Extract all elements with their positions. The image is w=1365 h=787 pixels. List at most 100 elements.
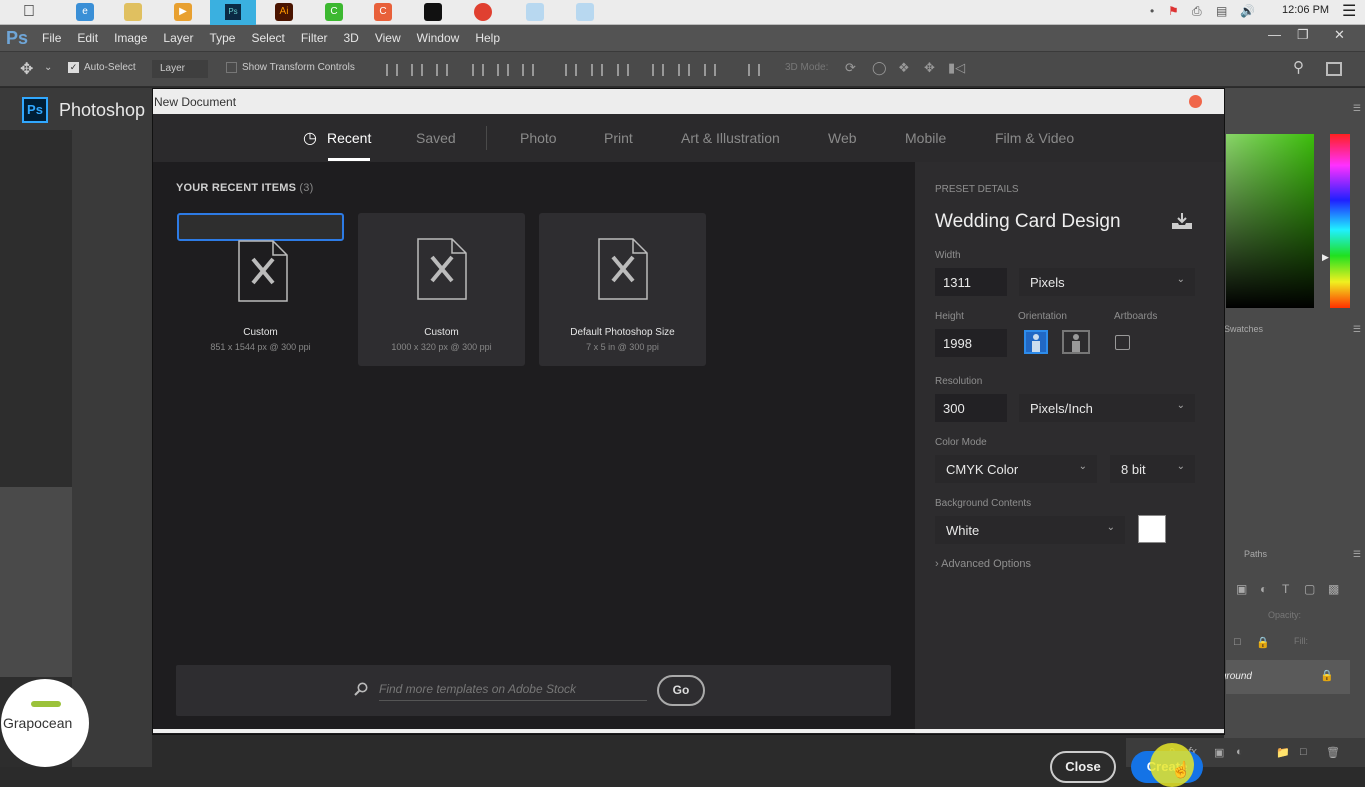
lock-pixels-icon[interactable]: □ — [1234, 636, 1241, 648]
layer-row-background[interactable]: Background 🔒 — [1199, 660, 1350, 694]
tab-saved[interactable]: Saved — [416, 130, 456, 146]
menu-view[interactable]: View — [375, 31, 401, 45]
tray-device-icon[interactable]: ⎙ — [1192, 4, 1202, 19]
media-player-icon[interactable]: ▶ — [174, 3, 192, 21]
recent-item-card[interactable]: Custom 851 x 1544 px @ 300 ppi — [177, 213, 344, 352]
filter-smart-icon[interactable]: ▩ — [1328, 582, 1339, 596]
filter-type-icon[interactable]: T — [1282, 582, 1289, 596]
tab-web[interactable]: Web — [828, 130, 857, 146]
menu-help[interactable]: Help — [475, 31, 500, 45]
resolution-input[interactable]: 300 — [935, 394, 1007, 422]
go-button[interactable]: Go — [657, 675, 705, 706]
layers-panel-menu-icon[interactable]: ☰ — [1353, 549, 1361, 560]
resolution-unit-select[interactable]: Pixels/Inch ⌄ — [1019, 394, 1195, 422]
camtasia-icon[interactable]: C — [374, 3, 392, 21]
add-mask-icon[interactable]: ▣ — [1214, 746, 1224, 759]
notification-center-icon[interactable]: ☰ — [1342, 1, 1356, 21]
volume-icon[interactable]: 🔊 — [1240, 4, 1255, 18]
align-vcenter-icon[interactable] — [411, 64, 423, 76]
tab-photo[interactable]: Photo — [520, 130, 557, 146]
close-window-icon[interactable]: ✕ — [1334, 27, 1345, 43]
delete-layer-icon[interactable]: 🗑 — [1326, 746, 1340, 759]
tab-art-illustration[interactable]: Art & Illustration — [681, 130, 780, 146]
tab-film-video[interactable]: Film & Video — [995, 130, 1074, 146]
internet-explorer-icon[interactable]: e — [76, 3, 94, 21]
chrome-icon[interactable] — [474, 3, 492, 21]
new-layer-icon[interactable]: □ — [1300, 746, 1307, 758]
panel-menu-icon[interactable]: ☰ — [1353, 324, 1361, 335]
restore-icon[interactable]: ❐ — [1297, 27, 1309, 43]
hue-slider-handle[interactable]: ▶ — [1322, 252, 1329, 263]
distribute-hcenter-icon[interactable] — [678, 64, 690, 76]
color-mode-select[interactable]: CMYK Color ⌄ — [935, 455, 1097, 483]
menu-filter[interactable]: Filter — [301, 31, 328, 45]
align-hcenter-icon[interactable] — [497, 64, 509, 76]
close-button[interactable]: Close — [1050, 751, 1116, 783]
menu-3d[interactable]: 3D — [344, 31, 359, 45]
new-group-icon[interactable]: 📁 — [1276, 746, 1290, 759]
panel-menu-icon-top[interactable]: ☰ — [1353, 103, 1361, 114]
align-top-icon[interactable] — [386, 64, 398, 76]
tab-recent[interactable]: Recent — [327, 130, 371, 146]
menu-select[interactable]: Select — [251, 31, 284, 45]
3d-camera-icon[interactable]: ▮◁ — [948, 60, 965, 76]
menu-type[interactable]: Type — [209, 31, 235, 45]
height-input[interactable]: 1998 — [935, 329, 1007, 357]
auto-align-icon[interactable] — [748, 64, 760, 76]
show-transform-checkbox[interactable] — [226, 62, 237, 73]
3d-slide-icon[interactable]: ✥ — [924, 60, 935, 76]
preset-name-input[interactable]: Wedding Card Design — [935, 211, 1121, 233]
color-picker-field[interactable] — [1226, 134, 1314, 308]
menu-file[interactable]: File — [42, 31, 61, 45]
tab-mobile[interactable]: Mobile — [905, 130, 946, 146]
width-unit-select[interactable]: Pixels ⌄ — [1019, 268, 1195, 296]
photoshop-taskbar-icon[interactable]: Ps — [210, 0, 256, 25]
apple-icon[interactable]:  — [20, 3, 38, 21]
3d-rotate-icon[interactable]: ⟳ — [845, 60, 856, 76]
background-color-swatch[interactable] — [1138, 515, 1166, 543]
dwg-icon[interactable] — [424, 3, 442, 21]
tool-preset-chevron-icon[interactable]: ⌄ — [44, 62, 52, 73]
align-bottom-icon[interactable] — [436, 64, 448, 76]
distribute-vcenter-icon[interactable] — [591, 64, 603, 76]
dialog-close-dot[interactable] — [1189, 95, 1202, 108]
lock-all-icon[interactable]: 🔒 — [1256, 636, 1270, 649]
background-contents-select[interactable]: White ⌄ — [935, 516, 1125, 544]
align-left-icon[interactable] — [472, 64, 484, 76]
distribute-left-icon[interactable] — [652, 64, 664, 76]
menu-window[interactable]: Window — [417, 31, 460, 45]
tray-flag-icon[interactable]: ⚑ — [1168, 4, 1179, 18]
menu-layer[interactable]: Layer — [163, 31, 193, 45]
paths-tab[interactable]: Paths — [1244, 549, 1267, 559]
filter-shape-icon[interactable]: ▢ — [1304, 582, 1315, 596]
search-icon[interactable]: ⚲ — [1293, 58, 1304, 76]
auto-select-target-select[interactable]: Layer — [152, 60, 208, 78]
3d-roll-icon[interactable]: ◯ — [872, 60, 887, 76]
file-explorer-icon[interactable] — [124, 3, 142, 21]
portrait-orientation-button[interactable] — [1024, 330, 1048, 354]
menu-image[interactable]: Image — [114, 31, 147, 45]
stock-search-input[interactable]: Find more templates on Adobe Stock — [379, 682, 647, 701]
workspace-icon[interactable] — [1326, 62, 1342, 76]
bottle-icon-2[interactable] — [576, 3, 594, 21]
distribute-right-icon[interactable] — [704, 64, 716, 76]
artboards-checkbox[interactable] — [1115, 335, 1130, 350]
landscape-orientation-button[interactable] — [1062, 330, 1090, 354]
tray-network-icon[interactable]: ▤ — [1216, 4, 1227, 18]
recent-item-card[interactable]: Default Photoshop Size 7 x 5 in @ 300 pp… — [539, 213, 706, 366]
align-right-icon[interactable] — [522, 64, 534, 76]
bottle-icon[interactable] — [526, 3, 544, 21]
distribute-bottom-icon[interactable] — [617, 64, 629, 76]
distribute-top-icon[interactable] — [565, 64, 577, 76]
auto-select-checkbox[interactable]: ✓ — [68, 62, 79, 73]
illustrator-icon[interactable]: Ai — [275, 3, 293, 21]
recent-item-card[interactable]: Custom 1000 x 320 px @ 300 ppi — [358, 213, 525, 366]
minimize-icon[interactable]: — — [1268, 27, 1281, 42]
advanced-options-toggle[interactable]: › Advanced Options — [935, 558, 1031, 570]
filter-image-icon[interactable]: ▣ — [1236, 582, 1247, 596]
adjustment-layer-icon[interactable]: ◐ — [1236, 746, 1243, 758]
3d-drag-icon[interactable]: ❖ — [898, 60, 910, 76]
menu-edit[interactable]: Edit — [77, 31, 98, 45]
bit-depth-select[interactable]: 8 bit ⌄ — [1110, 455, 1195, 483]
tab-print[interactable]: Print — [604, 130, 633, 146]
